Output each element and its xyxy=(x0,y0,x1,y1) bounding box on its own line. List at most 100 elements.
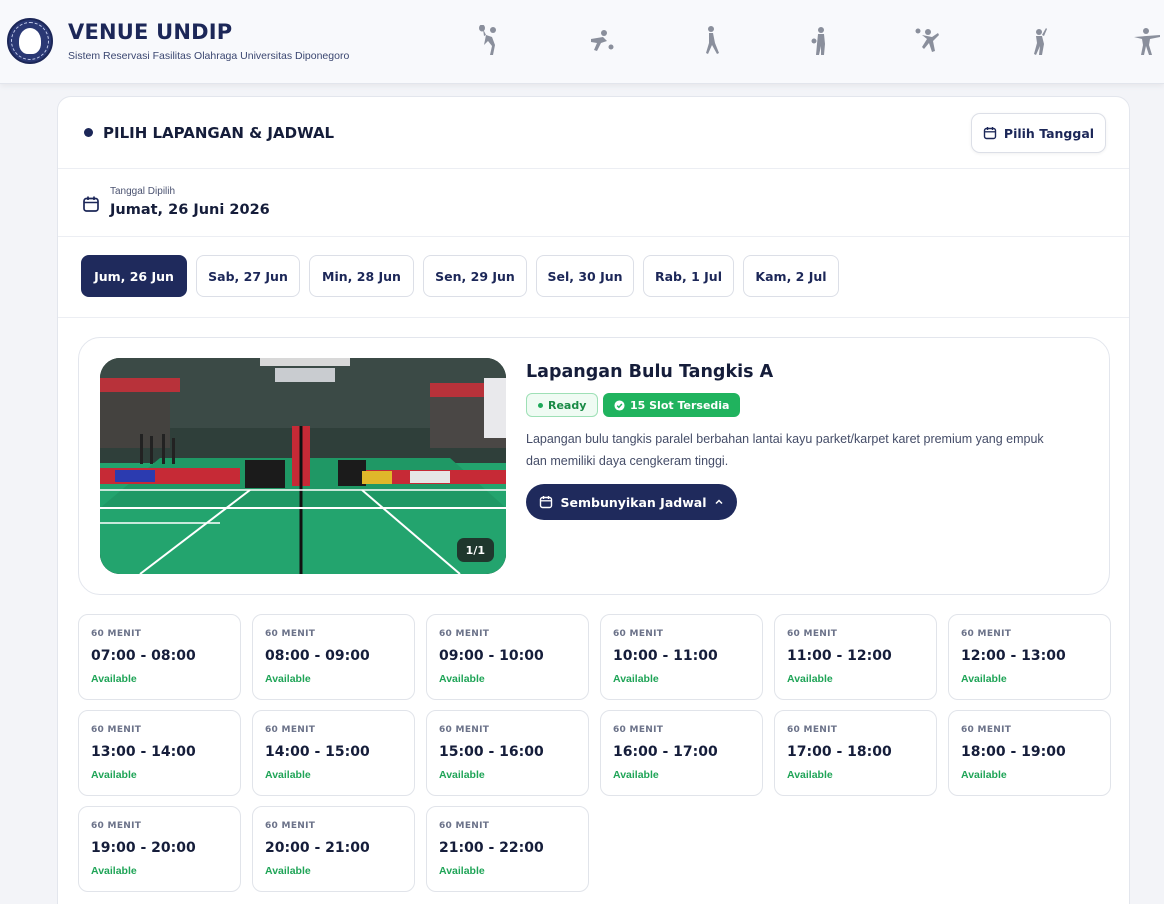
slot-duration: 60 MENIT xyxy=(265,725,316,735)
slot-status: Available xyxy=(265,769,311,781)
slot-status: Available xyxy=(961,673,1007,685)
section-header: PILIH LAPANGAN & JADWAL Pilih Tanggal xyxy=(58,97,1129,169)
slot-time: 16:00 - 17:00 xyxy=(613,744,718,760)
time-slot[interactable]: 60 MENIT 21:00 - 22:00 Available xyxy=(426,806,589,892)
slot-duration: 60 MENIT xyxy=(265,629,316,639)
slot-status: Available xyxy=(961,769,1007,781)
section-title: PILIH LAPANGAN & JADWAL xyxy=(103,124,335,142)
time-slot[interactable]: 60 MENIT 11:00 - 12:00 Available xyxy=(774,614,937,700)
slot-duration: 60 MENIT xyxy=(961,629,1012,639)
slot-time: 10:00 - 11:00 xyxy=(613,648,718,664)
slot-status: Available xyxy=(439,865,485,877)
selected-date-value: Jumat, 26 Juni 2026 xyxy=(110,202,270,218)
slot-status: Available xyxy=(613,673,659,685)
time-slot[interactable]: 60 MENIT 12:00 - 13:00 Available xyxy=(948,614,1111,700)
slot-time: 13:00 - 14:00 xyxy=(91,744,196,760)
calendar-icon xyxy=(539,496,552,509)
basketball-player-icon xyxy=(806,25,836,57)
booking-card: PILIH LAPANGAN & JADWAL Pilih Tanggal Ta… xyxy=(57,96,1130,904)
status-badge: Ready xyxy=(526,393,599,417)
date-chip-sel-30-jun[interactable]: Sel, 30 Jun xyxy=(536,255,634,297)
soccer-player-icon xyxy=(585,25,615,57)
slot-duration: 60 MENIT xyxy=(91,821,142,831)
time-slot[interactable]: 60 MENIT 09:00 - 10:00 Available xyxy=(426,614,589,700)
hide-schedule-label: Sembunyikan Jadwal xyxy=(560,494,707,510)
section-bullet xyxy=(84,128,93,137)
time-slot[interactable]: 60 MENIT 17:00 - 18:00 Available xyxy=(774,710,937,796)
slot-duration: 60 MENIT xyxy=(91,725,142,735)
slot-status: Available xyxy=(91,769,137,781)
date-chip-sab-27-jun[interactable]: Sab, 27 Jun xyxy=(196,255,300,297)
tennis-player-icon xyxy=(476,24,506,57)
slot-time: 14:00 - 15:00 xyxy=(265,744,370,760)
status-badge-label: Ready xyxy=(548,398,587,412)
date-chip-jum-26-jun[interactable]: Jum, 26 Jun xyxy=(81,255,187,297)
slots-count-label: 15 Slot Tersedia xyxy=(630,398,730,412)
court-photo[interactable]: 1/1 xyxy=(100,358,506,574)
slot-duration: 60 MENIT xyxy=(961,725,1012,735)
date-chip-sen-29-jun[interactable]: Sen, 29 Jun xyxy=(423,255,527,297)
time-slot[interactable]: 60 MENIT 15:00 - 16:00 Available xyxy=(426,710,589,796)
court-photo-illustration xyxy=(100,358,506,574)
court-description: Lapangan bulu tangkis paralel berbahan l… xyxy=(526,432,1044,468)
date-selector: Jum, 26 Jun Sab, 27 Jun Min, 28 Jun Sen,… xyxy=(58,237,1129,318)
time-slot[interactable]: 60 MENIT 07:00 - 08:00 Available xyxy=(78,614,241,700)
badminton-player-icon xyxy=(1024,25,1054,57)
slot-time: 08:00 - 09:00 xyxy=(265,648,370,664)
slot-duration: 60 MENIT xyxy=(439,629,490,639)
calendar-icon xyxy=(983,127,997,140)
date-chip-kam-2-jul[interactable]: Kam, 2 Jul xyxy=(743,255,839,297)
slot-time: 15:00 - 16:00 xyxy=(439,744,544,760)
slot-status: Available xyxy=(787,769,833,781)
pick-date-button[interactable]: Pilih Tanggal xyxy=(971,113,1106,153)
slot-time: 11:00 - 12:00 xyxy=(787,648,892,664)
slot-time: 09:00 - 10:00 xyxy=(439,648,544,664)
slot-duration: 60 MENIT xyxy=(787,725,838,735)
app-title: VENUE UNDIP xyxy=(68,20,233,44)
volleyball-player-icon xyxy=(912,25,942,57)
slots-count-badge: 15 Slot Tersedia xyxy=(603,393,741,417)
slot-duration: 60 MENIT xyxy=(439,725,490,735)
slot-time: 21:00 - 22:00 xyxy=(439,840,544,856)
check-circle-icon xyxy=(614,399,625,411)
slot-status: Available xyxy=(91,673,137,685)
slot-time: 07:00 - 08:00 xyxy=(91,648,196,664)
image-counter: 1/1 xyxy=(456,538,494,562)
slot-duration: 60 MENIT xyxy=(91,629,142,639)
time-slot[interactable]: 60 MENIT 10:00 - 11:00 Available xyxy=(600,614,763,700)
slot-status: Available xyxy=(787,673,833,685)
selected-date-row: Tanggal Dipilih Jumat, 26 Juni 2026 xyxy=(58,169,1129,237)
time-slot[interactable]: 60 MENIT 08:00 - 09:00 Available xyxy=(252,614,415,700)
court-name: Lapangan Bulu Tangkis A xyxy=(526,362,774,382)
gymnast-icon xyxy=(1132,25,1162,57)
time-slot[interactable]: 60 MENIT 18:00 - 19:00 Available xyxy=(948,710,1111,796)
date-chip-min-28-jun[interactable]: Min, 28 Jun xyxy=(309,255,414,297)
logo-emblem xyxy=(19,28,41,54)
slot-status: Available xyxy=(439,769,485,781)
slot-status: Available xyxy=(265,673,311,685)
slot-time: 18:00 - 19:00 xyxy=(961,744,1066,760)
time-slot[interactable]: 60 MENIT 20:00 - 21:00 Available xyxy=(252,806,415,892)
selected-date-label: Tanggal Dipilih xyxy=(110,186,176,197)
app-subtitle: Sistem Reservasi Fasilitas Olahraga Univ… xyxy=(68,50,350,62)
time-slot[interactable]: 60 MENIT 19:00 - 20:00 Available xyxy=(78,806,241,892)
time-slot[interactable]: 60 MENIT 16:00 - 17:00 Available xyxy=(600,710,763,796)
slot-duration: 60 MENIT xyxy=(787,629,838,639)
runner-icon xyxy=(696,25,726,57)
slot-duration: 60 MENIT xyxy=(613,725,664,735)
hide-schedule-button[interactable]: Sembunyikan Jadwal xyxy=(526,484,737,520)
slot-duration: 60 MENIT xyxy=(613,629,664,639)
status-dot-icon xyxy=(538,402,543,408)
slot-time: 20:00 - 21:00 xyxy=(265,840,370,856)
slot-time: 17:00 - 18:00 xyxy=(787,744,892,760)
slot-status: Available xyxy=(613,769,659,781)
undip-logo[interactable] xyxy=(7,18,53,64)
slot-status: Available xyxy=(91,865,137,877)
court-card: 1/1 Lapangan Bulu Tangkis A Ready 15 Slo… xyxy=(78,337,1110,595)
date-chip-rab-1-jul[interactable]: Rab, 1 Jul xyxy=(643,255,734,297)
time-slot[interactable]: 60 MENIT 14:00 - 15:00 Available xyxy=(252,710,415,796)
time-slot[interactable]: 60 MENIT 13:00 - 14:00 Available xyxy=(78,710,241,796)
pick-date-label: Pilih Tanggal xyxy=(1003,125,1095,141)
chevron-up-icon xyxy=(715,499,724,505)
slot-status: Available xyxy=(265,865,311,877)
